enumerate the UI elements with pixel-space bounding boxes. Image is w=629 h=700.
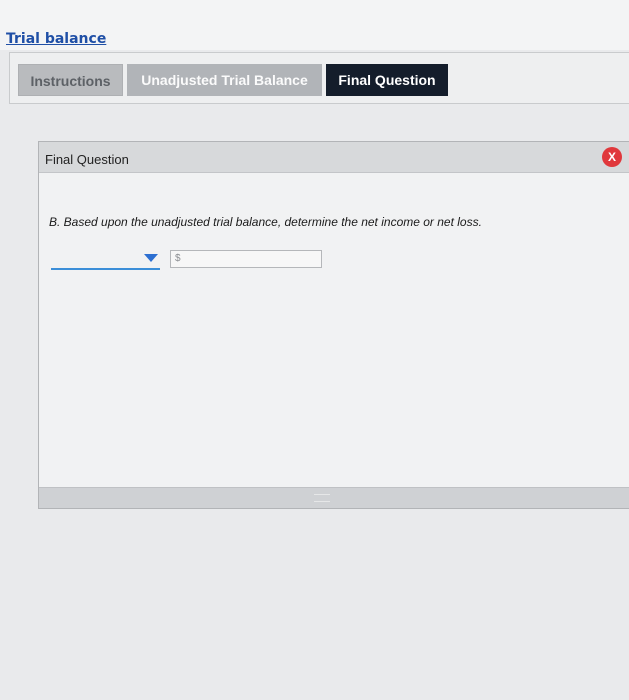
net-income-loss-select[interactable] (51, 250, 160, 270)
amount-input[interactable]: $ (170, 250, 322, 268)
dialog-title: Final Question (45, 152, 129, 167)
question-text: B. Based upon the unadjusted trial balan… (49, 215, 482, 229)
tab-unadjusted-trial-balance[interactable]: Unadjusted Trial Balance (127, 64, 322, 96)
final-question-dialog: Final Question X B. Based upon the unadj… (38, 141, 629, 509)
dialog-header: Final Question X (39, 142, 629, 173)
tab-instructions[interactable]: Instructions (18, 64, 123, 96)
tab-final-question[interactable]: Final Question (326, 64, 448, 96)
dollar-prefix: $ (175, 253, 181, 264)
chevron-down-icon (144, 254, 158, 262)
close-icon[interactable]: X (602, 147, 622, 167)
resize-grip-icon[interactable] (314, 494, 330, 502)
dialog-footer (39, 487, 629, 508)
page-title[interactable]: Trial balance (6, 31, 106, 47)
